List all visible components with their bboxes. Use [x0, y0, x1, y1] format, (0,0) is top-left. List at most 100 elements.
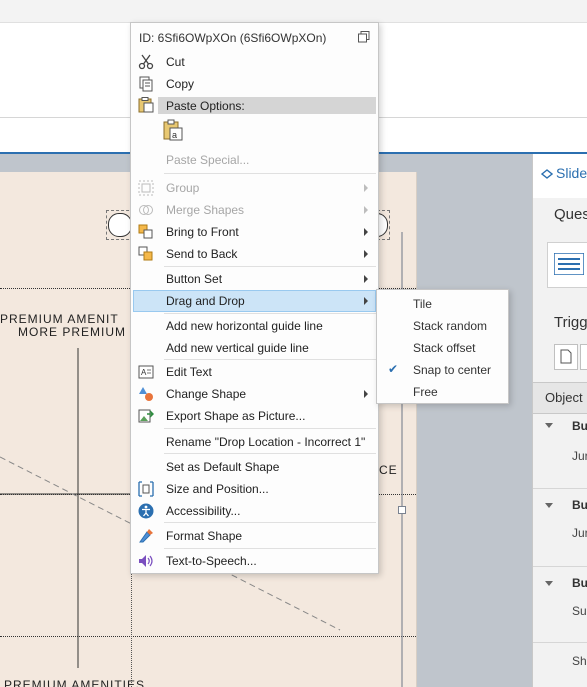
paste-icon: [138, 97, 154, 113]
menu-item-bring-to-front[interactable]: Bring to Front: [133, 221, 376, 243]
menu-item-label: Merge Shapes: [166, 203, 245, 217]
paste-options-header: Paste Options:: [158, 97, 376, 114]
menu-item-label: Text-to-Speech...: [166, 554, 257, 568]
menu-item-label: Group: [166, 181, 200, 195]
submenu-item-free[interactable]: Free: [379, 380, 506, 402]
copy-icon: [139, 76, 153, 92]
collapse-icon[interactable]: [545, 581, 553, 586]
submenu-item-label: Free: [413, 385, 438, 399]
menu-item-send-to-back[interactable]: Send to Back: [133, 243, 376, 265]
menu-item-label: Rename "Drop Location - Incorrect 1": [166, 435, 366, 449]
menu-item-rename[interactable]: Rename "Drop Location - Incorrect 1": [133, 431, 376, 453]
paste-options-label: Paste Options:: [166, 99, 245, 113]
slide-properties-icon: [541, 169, 553, 179]
menu-separator: [164, 453, 376, 454]
menu-item-edit-text[interactable]: A Edit Text: [133, 361, 376, 383]
menu-item-set-default-shape[interactable]: Set as Default Shape: [133, 456, 376, 478]
title-bar: [0, 0, 587, 23]
paste-keep-text-icon[interactable]: a: [163, 119, 183, 141]
list-view-button[interactable]: [547, 242, 587, 288]
chevron-right-icon: [364, 250, 368, 258]
menu-item-label: Export Shape as Picture...: [166, 409, 306, 423]
page-icon: [560, 349, 572, 364]
svg-text:A: A: [141, 368, 147, 377]
send-to-back-icon: [138, 246, 153, 261]
menu-item-format-shape[interactable]: Format Shape: [133, 525, 376, 547]
question-label: Ques: [554, 206, 587, 223]
trigger-item[interactable]: Jur: [572, 526, 587, 540]
right-panel: Slide Ques Trigg Object Bu Jur Bu Jur Bu…: [532, 154, 587, 687]
collapse-icon[interactable]: [545, 423, 553, 428]
menu-item-size-position[interactable]: Size and Position...: [133, 478, 376, 500]
trigger-group-label[interactable]: Bu: [572, 576, 587, 590]
menu-separator: [164, 313, 376, 314]
menu-item-paste-special[interactable]: Paste Special...: [133, 149, 376, 171]
menu-item-label: Change Shape: [166, 387, 247, 401]
menu-item-merge-shapes[interactable]: Merge Shapes: [133, 199, 376, 221]
trigger-item[interactable]: Jur: [572, 449, 587, 463]
new-trigger-button[interactable]: [554, 344, 578, 370]
submenu-item-stack-offset[interactable]: Stack offset: [379, 336, 506, 358]
menu-item-label: Paste Special...: [166, 153, 250, 167]
chevron-right-icon: [364, 275, 368, 283]
trigger-item[interactable]: Sho: [572, 654, 587, 668]
submenu-item-tile[interactable]: Tile: [379, 292, 506, 314]
menu-item-cut[interactable]: Cut: [133, 51, 376, 73]
list-icon: [554, 253, 584, 275]
resize-handle[interactable]: [398, 506, 406, 514]
submenu-item-stack-random[interactable]: Stack random: [379, 314, 506, 336]
submenu-item-label: Tile: [413, 297, 432, 311]
size-position-icon: [138, 481, 154, 497]
trigger-group-label[interactable]: Bu: [572, 498, 587, 512]
menu-item-label: Button Set: [166, 272, 223, 286]
trigger-item[interactable]: Sub: [572, 604, 587, 618]
menu-item-text-to-speech[interactable]: Text-to-Speech...: [133, 550, 376, 572]
menu-item-label: Send to Back: [166, 247, 238, 261]
menu-item-button-set[interactable]: Button Set: [133, 268, 376, 290]
copy-id-icon[interactable]: [358, 31, 370, 43]
chevron-right-icon: [364, 184, 368, 192]
menu-separator: [164, 428, 376, 429]
menu-separator: [164, 522, 376, 523]
menu-item-export-shape[interactable]: Export Shape as Picture...: [133, 405, 376, 427]
slide-text-ce[interactable]: CE: [379, 463, 398, 477]
menu-item-drag-and-drop[interactable]: Drag and Drop: [133, 290, 376, 312]
menu-separator: [164, 266, 376, 267]
submenu-item-label: Stack offset: [413, 341, 476, 355]
menu-item-label: Bring to Front: [166, 225, 239, 239]
speaker-icon: [139, 555, 153, 567]
menu-item-accessibility[interactable]: Accessibility...: [133, 500, 376, 522]
menu-item-copy[interactable]: Copy: [133, 73, 376, 95]
chevron-right-icon: [364, 297, 368, 305]
menu-item-change-shape[interactable]: Change Shape: [133, 383, 376, 405]
menu-item-add-horizontal-guide[interactable]: Add new horizontal guide line: [133, 315, 376, 337]
export-picture-icon: [138, 409, 154, 423]
submenu-item-snap-to-center[interactable]: ✔ Snap to center: [379, 358, 506, 380]
submenu-item-label: Stack random: [413, 319, 488, 333]
menu-item-label: Edit Text: [166, 365, 212, 379]
edit-text-icon: A: [138, 365, 154, 379]
trigger-button[interactable]: [580, 344, 587, 370]
menu-item-label: Set as Default Shape: [166, 460, 280, 474]
menu-item-label: Accessibility...: [166, 504, 241, 518]
menu-item-group[interactable]: Group: [133, 177, 376, 199]
tab-slide[interactable]: Slide: [556, 165, 587, 181]
chevron-right-icon: [364, 206, 368, 214]
menu-separator: [164, 173, 376, 174]
bring-to-front-icon: [138, 224, 153, 239]
divider: [533, 566, 587, 567]
format-shape-icon: [139, 529, 153, 543]
menu-item-label: Format Shape: [166, 529, 243, 543]
trigger-group-label[interactable]: Bu: [572, 419, 587, 433]
submenu-item-label: Snap to center: [413, 363, 492, 377]
slide-text-premium-bottom[interactable]: PREMIUM AMENITIES: [4, 678, 145, 687]
chevron-right-icon: [364, 390, 368, 398]
menu-item-label: Cut: [166, 55, 185, 69]
collapse-icon[interactable]: [545, 503, 553, 508]
menu-item-label: Size and Position...: [166, 482, 269, 496]
menu-item-add-vertical-guide[interactable]: Add new vertical guide line: [133, 337, 376, 359]
divider: [533, 642, 587, 643]
chevron-right-icon: [364, 228, 368, 236]
menu-separator: [164, 548, 376, 549]
accessibility-icon: [138, 503, 154, 519]
